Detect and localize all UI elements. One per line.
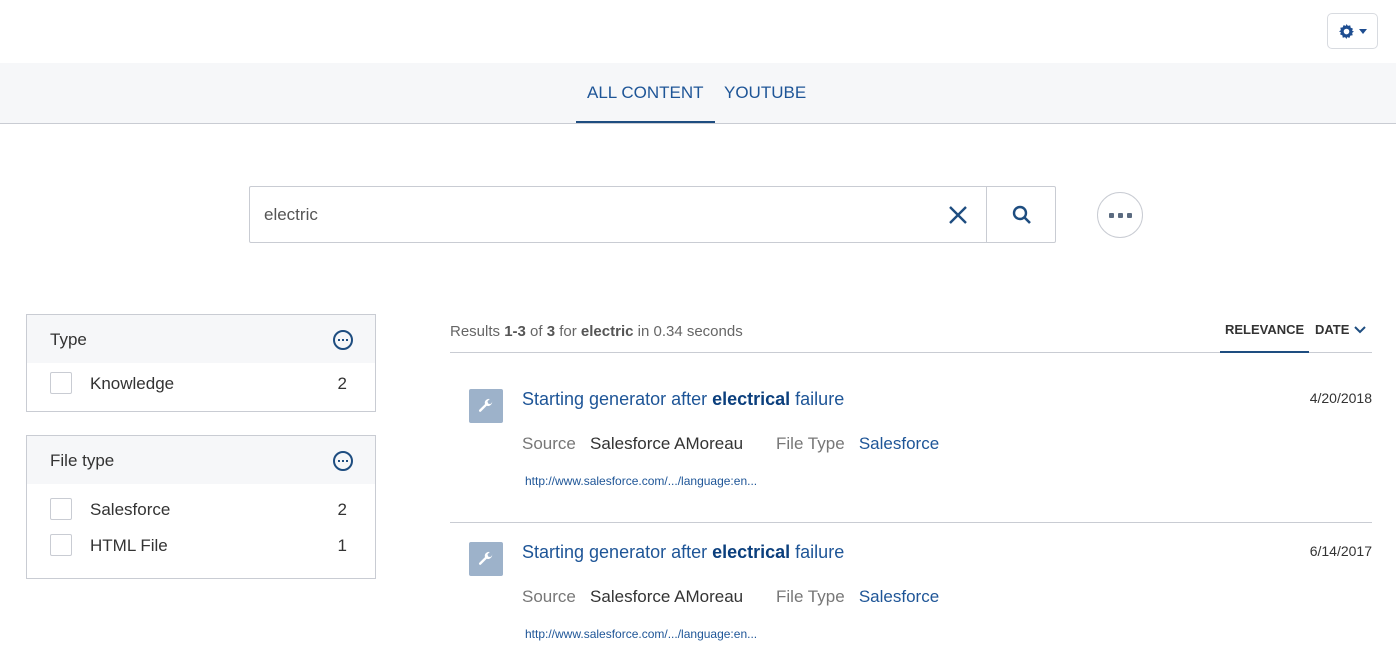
facet-value[interactable]: Salesforce 2 [27, 491, 375, 527]
close-icon [949, 206, 967, 224]
gear-icon [1338, 23, 1354, 39]
query-summary: Results 1-3 of 3 for electric in 0.34 se… [450, 323, 743, 340]
result-date: 4/20/2018 [1309, 390, 1372, 406]
facet-value-count: 1 [337, 536, 347, 555]
clear-button[interactable] [940, 197, 976, 233]
search-button[interactable] [986, 187, 1056, 242]
facet-value-label: Salesforce [90, 500, 171, 519]
sort-relevance[interactable]: RELEVANCE [1220, 322, 1309, 353]
checkbox[interactable] [50, 498, 72, 520]
wrench-icon [469, 542, 503, 576]
facet-value[interactable]: HTML File 1 [27, 527, 375, 563]
facet-value-count: 2 [337, 374, 347, 393]
facet-value[interactable]: Knowledge 2 [27, 365, 375, 401]
facet-options-icon[interactable] [333, 330, 353, 350]
sort-date[interactable]: DATE [1315, 322, 1367, 353]
result-item: Starting generator after electrical fail… [450, 375, 1372, 495]
result-title-link[interactable]: Starting generator after electrical fail… [522, 389, 844, 410]
result-item: Starting generator after electrical fail… [450, 528, 1372, 648]
caret-down-icon [1358, 28, 1367, 34]
search-icon [1012, 205, 1031, 224]
result-url-link[interactable]: http://www.salesforce.com/.../language:e… [525, 627, 757, 641]
facet-value-label: Knowledge [90, 374, 175, 393]
facet-title: File type [50, 451, 115, 470]
settings-button[interactable] [1327, 13, 1378, 49]
result-url-link[interactable]: http://www.salesforce.com/.../language:e… [525, 474, 757, 488]
search-input[interactable] [250, 187, 950, 242]
result-source: Source Salesforce AMoreau [522, 434, 744, 453]
result-filetype: File Type Salesforce [776, 434, 940, 453]
search-box [249, 186, 1056, 243]
result-date: 6/14/2017 [1309, 543, 1372, 559]
checkbox[interactable] [50, 534, 72, 556]
checkbox[interactable] [50, 372, 72, 394]
facet-type: Type Knowledge 2 [26, 314, 376, 412]
tab-youtube[interactable]: YOUTUBE [713, 63, 817, 123]
chevron-down-icon [1354, 326, 1367, 334]
tab-bar: ALL CONTENT YOUTUBE [0, 63, 1396, 124]
result-title-link[interactable]: Starting generator after electrical fail… [522, 542, 844, 563]
wrench-icon [469, 389, 503, 423]
facet-file-type: File type Salesforce 2 HTML File 1 [26, 435, 376, 579]
ellipsis-icon [1108, 212, 1132, 218]
facet-value-count: 2 [337, 500, 347, 519]
more-options-button[interactable] [1097, 192, 1143, 238]
tab-all-content[interactable]: ALL CONTENT [576, 63, 715, 123]
facet-options-icon[interactable] [333, 451, 353, 471]
divider [450, 522, 1372, 523]
result-source: Source Salesforce AMoreau [522, 587, 744, 606]
facet-title: Type [50, 330, 87, 349]
facet-value-label: HTML File [90, 536, 168, 555]
result-filetype: File Type Salesforce [776, 587, 940, 606]
